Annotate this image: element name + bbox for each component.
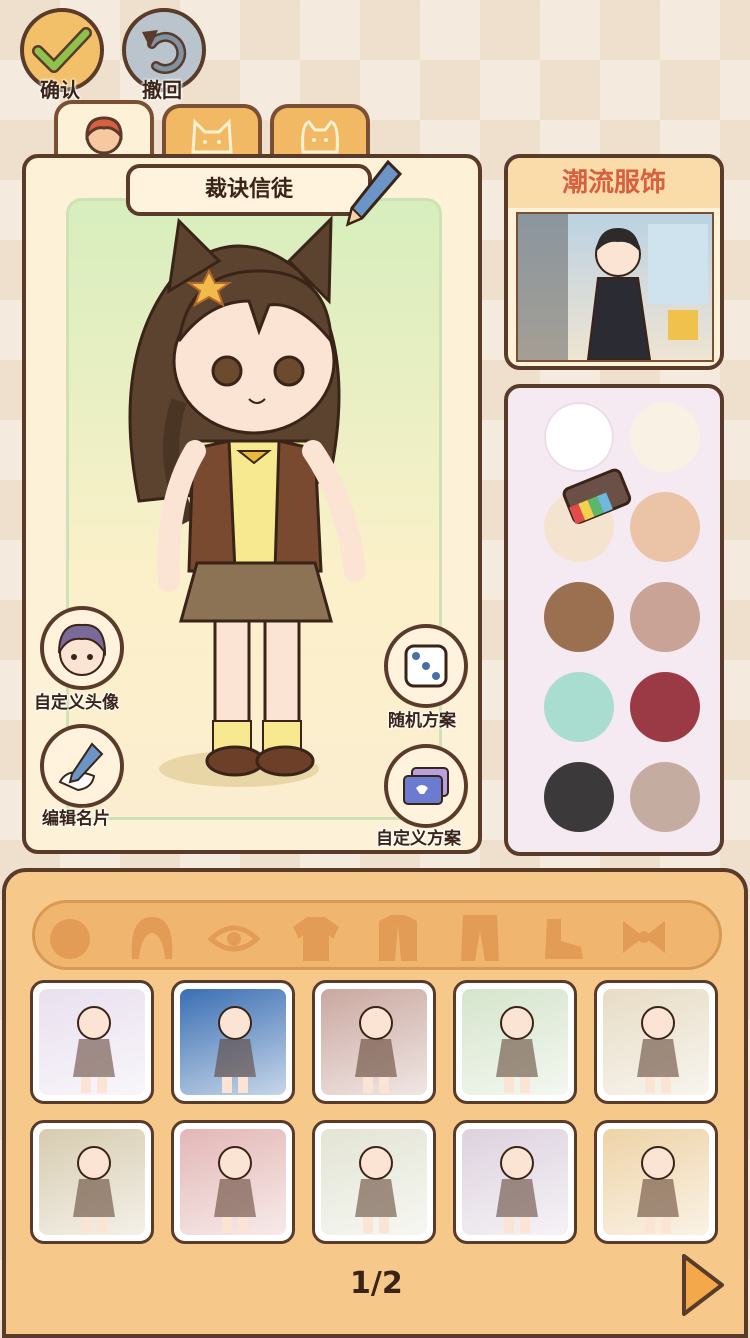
dog-face-icon bbox=[301, 120, 339, 154]
trend-outfit-card[interactable]: 潮流服饰 bbox=[504, 154, 724, 370]
shoe-icon[interactable] bbox=[535, 911, 589, 965]
outfit-thumbnail bbox=[603, 1129, 709, 1235]
custom-avatar-label: 自定义头像 bbox=[34, 693, 119, 713]
outfit-card[interactable] bbox=[171, 1120, 295, 1244]
wardrobe-panel: 1/2 bbox=[2, 868, 748, 1338]
dice-icon bbox=[404, 644, 448, 688]
head-shape-icon[interactable] bbox=[43, 911, 97, 965]
trend-outfit-image bbox=[516, 212, 714, 362]
random-scheme-label: 随机方案 bbox=[388, 711, 456, 731]
custom-avatar-button[interactable] bbox=[40, 606, 124, 690]
undo-label: 撤回 bbox=[142, 78, 182, 102]
outfit-card[interactable] bbox=[594, 980, 718, 1104]
color-swatch[interactable] bbox=[544, 582, 614, 652]
cat-face-icon bbox=[191, 118, 233, 154]
edit-card-icon bbox=[58, 742, 104, 792]
color-swatch[interactable] bbox=[630, 582, 700, 652]
outfit-thumbnail bbox=[39, 1129, 145, 1235]
color-swatch[interactable] bbox=[544, 402, 614, 472]
outfit-thumbnail bbox=[321, 1129, 427, 1235]
outfit-card[interactable] bbox=[312, 1120, 436, 1244]
outfit-thumbnail bbox=[462, 989, 568, 1095]
confirm-label: 确认 bbox=[40, 78, 80, 102]
color-palette bbox=[504, 384, 724, 856]
custom-scheme-button[interactable] bbox=[384, 744, 468, 828]
outfit-card[interactable] bbox=[453, 1120, 577, 1244]
character-name: 裁诀信徒 bbox=[204, 177, 293, 202]
category-bar bbox=[32, 900, 722, 970]
outfit-card[interactable] bbox=[30, 1120, 154, 1244]
outfit-card[interactable] bbox=[453, 980, 577, 1104]
color-swatch[interactable] bbox=[630, 492, 700, 562]
check-icon bbox=[32, 27, 92, 73]
color-swatch[interactable] bbox=[630, 762, 700, 832]
color-card-icon[interactable] bbox=[558, 464, 638, 534]
eye-icon[interactable] bbox=[207, 911, 261, 965]
color-swatch[interactable] bbox=[544, 762, 614, 832]
trend-outfit-title: 潮流服饰 bbox=[508, 158, 720, 208]
pencil-icon[interactable] bbox=[344, 158, 404, 228]
avatar-icon bbox=[58, 623, 107, 676]
color-swatch[interactable] bbox=[544, 672, 614, 742]
character-name-plate[interactable]: 裁诀信徒 bbox=[126, 164, 372, 216]
outfit-thumbnail bbox=[321, 989, 427, 1095]
outfit-thumbnail bbox=[180, 1129, 286, 1235]
random-scheme-button[interactable] bbox=[384, 624, 468, 708]
edit-card-label: 编辑名片 bbox=[42, 809, 110, 829]
character-figure[interactable] bbox=[69, 201, 439, 817]
hair-icon[interactable] bbox=[125, 911, 179, 965]
undo-icon bbox=[142, 30, 187, 74]
outfit-card[interactable] bbox=[30, 980, 154, 1104]
shirt-icon[interactable] bbox=[289, 911, 343, 965]
outfit-thumbnail bbox=[39, 989, 145, 1095]
color-swatch[interactable] bbox=[630, 672, 700, 742]
outfit-thumbnail bbox=[462, 1129, 568, 1235]
edit-card-button[interactable] bbox=[40, 724, 124, 808]
coat-icon[interactable] bbox=[371, 911, 425, 965]
bow-icon[interactable] bbox=[617, 911, 671, 965]
outfit-card[interactable] bbox=[171, 980, 295, 1104]
outfit-thumbnail bbox=[603, 989, 709, 1095]
page-indicator: 1/2 bbox=[350, 1266, 403, 1301]
color-swatch[interactable] bbox=[630, 402, 700, 472]
outfit-card[interactable] bbox=[312, 980, 436, 1104]
face-icon bbox=[85, 116, 123, 155]
outfit-thumbnail bbox=[180, 989, 286, 1095]
custom-scheme-label: 自定义方案 bbox=[376, 829, 461, 849]
character-stage bbox=[66, 198, 442, 820]
next-page-icon[interactable] bbox=[678, 1252, 726, 1318]
pants-icon[interactable] bbox=[453, 911, 507, 965]
character-panel: 裁诀信徒 自定义头像 编辑名片 随机方案 自定义方案 bbox=[22, 154, 482, 854]
outfit-card[interactable] bbox=[594, 1120, 718, 1244]
scheme-cards-icon bbox=[403, 767, 449, 805]
